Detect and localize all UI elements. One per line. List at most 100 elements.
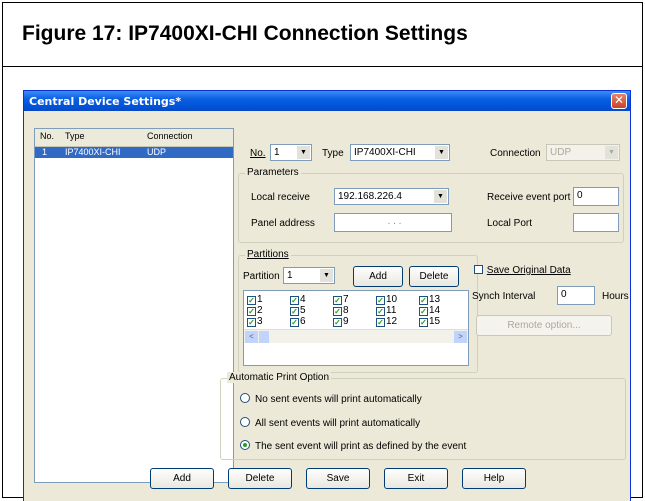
partition-checkbox-label: 11	[386, 305, 397, 316]
device-list[interactable]: No. Type Connection 1 IP7400XI-CHI UDP	[34, 128, 234, 483]
chevron-down-icon[interactable]: ▼	[435, 146, 448, 159]
synch-interval-label: Synch Interval	[472, 291, 536, 302]
partition-checkbox[interactable]: ✓ 8	[333, 305, 349, 316]
local-receive-value: 192.168.226.4	[338, 191, 402, 202]
partition-checkbox[interactable]: ✓ 5	[290, 305, 306, 316]
partition-checkbox[interactable]: ✓ 15	[419, 316, 440, 327]
type-select[interactable]: IP7400XI-CHI ▼	[350, 144, 450, 161]
receive-event-port-input[interactable]: 0	[573, 187, 619, 206]
window-titlebar[interactable]: Central Device Settings* ✕	[24, 91, 630, 111]
partition-checkbox-label: 5	[300, 305, 306, 316]
save-button[interactable]: Save	[306, 468, 370, 489]
add-button[interactable]: Add	[150, 468, 214, 489]
check-icon: ✓	[419, 307, 428, 316]
automatic-print-option-group: Automatic Print Option No sent events wi…	[220, 372, 626, 460]
receive-event-port-label: Receive event port	[487, 192, 571, 203]
radio-all-sent-events[interactable]: All sent events will print automatically	[240, 417, 420, 429]
check-icon: ✓	[376, 307, 385, 316]
partitions-title-text: Partitions	[247, 249, 289, 260]
chevron-down-icon[interactable]: ▼	[320, 269, 333, 282]
hours-label: Hours	[602, 291, 629, 302]
partition-checkbox-label: 13	[429, 294, 441, 305]
partition-checkbox[interactable]: ✓ 2	[247, 305, 263, 316]
column-no[interactable]: No.	[40, 131, 54, 141]
partitions-group: Partitions Partition 1 ▼ Add Delete ✓ 1 ✓…	[238, 249, 478, 373]
local-receive-select[interactable]: 192.168.226.4 ▼	[334, 188, 449, 205]
check-icon: ✓	[376, 318, 385, 327]
partition-checkbox-label: 6	[300, 316, 306, 327]
partition-select-value: 1	[287, 270, 293, 281]
device-list-row[interactable]: 1 IP7400XI-CHI UDP	[35, 147, 233, 158]
column-connection[interactable]: Connection	[147, 131, 193, 141]
partition-checkbox-label: 4	[300, 294, 306, 305]
parameters-group: Parameters Local receive 192.168.226.4 ▼…	[238, 167, 624, 243]
scroll-right-icon[interactable]: >	[454, 331, 467, 343]
column-type[interactable]: Type	[65, 131, 85, 141]
help-button[interactable]: Help	[462, 468, 526, 489]
window-title: Central Device Settings*	[29, 95, 182, 108]
partition-checkbox[interactable]: ✓ 1	[247, 294, 263, 305]
exit-button[interactable]: Exit	[384, 468, 448, 489]
type-select-value: IP7400XI-CHI	[354, 147, 416, 158]
no-label-text: No.	[250, 148, 266, 159]
figure-title: Figure 17: IP7400XI-CHI Connection Setti…	[3, 3, 642, 67]
panel-address-input[interactable]: . . .	[334, 213, 452, 232]
check-icon: ✓	[247, 296, 256, 305]
radio-all-sent-events-label: All sent events will print automatically	[255, 418, 421, 429]
partition-checkbox[interactable]: ✓ 10	[376, 294, 397, 305]
check-icon: ✓	[419, 318, 428, 327]
radio-selected-icon	[240, 440, 250, 450]
connection-select-value: UDP	[550, 147, 572, 158]
connection-select[interactable]: UDP ▼	[546, 144, 620, 161]
radio-defined-by-event[interactable]: The sent event will print as defined by …	[240, 440, 466, 452]
partition-checkbox-label: 8	[343, 305, 349, 316]
no-select-value: 1	[274, 147, 280, 158]
partition-add-button[interactable]: Add	[353, 266, 403, 287]
scroll-left-icon[interactable]: <	[245, 331, 258, 343]
save-original-data-label: Save Original Data	[486, 265, 571, 276]
synch-interval-input[interactable]: 0	[557, 286, 595, 305]
check-icon: ✓	[247, 307, 256, 316]
chevron-down-icon[interactable]: ▼	[434, 190, 447, 203]
close-icon: ✕	[613, 93, 625, 107]
partition-checkbox[interactable]: ✓ 6	[290, 316, 306, 327]
partitions-list[interactable]: ✓ 1 ✓ 2 ✓ 3 ✓ 4 ✓ 5 ✓ 6 ✓ 7 ✓ 8 ✓ 9 ✓ 10 ✓ 11 ✓ 12 ✓…	[243, 290, 469, 366]
partition-checkbox-label: 14	[429, 305, 441, 316]
chevron-down-icon[interactable]: ▼	[605, 146, 618, 159]
local-port-input[interactable]	[573, 213, 619, 232]
remote-option-button[interactable]: Remote option...	[476, 315, 612, 336]
partition-checkbox[interactable]: ✓ 9	[333, 316, 349, 327]
no-select[interactable]: 1 ▼	[270, 144, 312, 161]
no-label: No.	[250, 148, 266, 159]
partition-checkbox-label: 2	[257, 305, 263, 316]
partitions-hscrollbar[interactable]: < >	[244, 329, 468, 343]
partition-checkbox[interactable]: ✓ 14	[419, 305, 440, 316]
check-icon: ✓	[333, 307, 342, 316]
radio-defined-by-event-label: The sent event will print as defined by …	[255, 441, 467, 452]
radio-icon	[240, 417, 250, 427]
partition-checkbox[interactable]: ✓ 11	[376, 305, 396, 316]
partition-select[interactable]: 1 ▼	[283, 267, 335, 284]
partition-delete-button[interactable]: Delete	[409, 266, 459, 287]
check-icon: ✓	[376, 296, 385, 305]
check-icon: ✓	[290, 307, 299, 316]
central-device-settings-dialog: Central Device Settings* ✕ No. Type Conn…	[23, 90, 631, 501]
chevron-down-icon[interactable]: ▼	[297, 146, 310, 159]
save-original-data-checkbox[interactable]: Save Original Data	[474, 265, 571, 276]
partition-checkbox-label: 9	[343, 316, 349, 327]
close-button[interactable]: ✕	[611, 93, 627, 109]
partition-checkbox-label: 7	[343, 294, 349, 305]
partition-checkbox[interactable]: ✓ 12	[376, 316, 397, 327]
radio-no-sent-events[interactable]: No sent events will print automatically	[240, 393, 422, 405]
parameters-title: Parameters	[245, 167, 301, 178]
partition-checkbox[interactable]: ✓ 4	[290, 294, 306, 305]
delete-button[interactable]: Delete	[228, 468, 292, 489]
partition-checkbox-label: 3	[257, 316, 263, 327]
scroll-thumb[interactable]	[259, 331, 269, 343]
device-list-header: No. Type Connection	[35, 129, 233, 147]
checkbox-empty-icon	[474, 265, 483, 274]
partition-checkbox[interactable]: ✓ 3	[247, 316, 263, 327]
partition-checkbox-label: 10	[386, 294, 398, 305]
partition-checkbox[interactable]: ✓ 7	[333, 294, 349, 305]
partition-checkbox[interactable]: ✓ 13	[419, 294, 440, 305]
